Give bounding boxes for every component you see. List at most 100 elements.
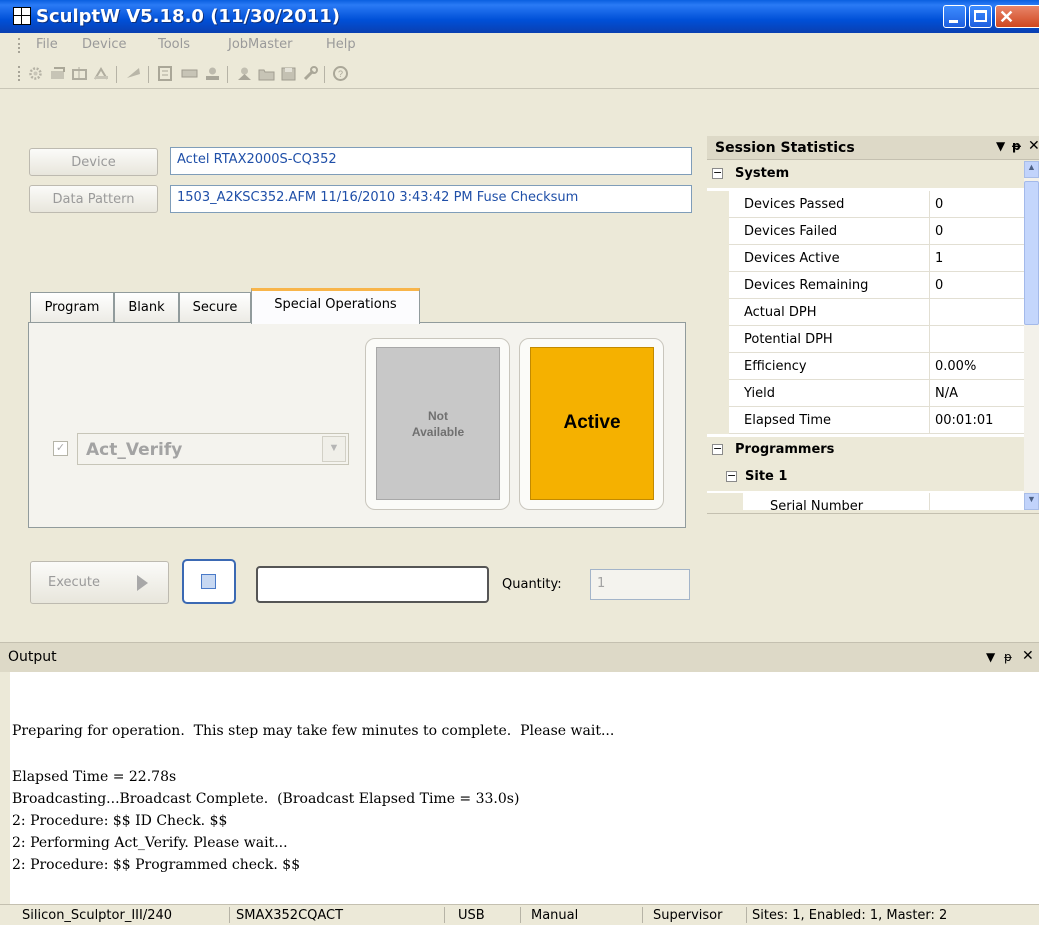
device-icon[interactable] [125,66,142,81]
maximize-icon [974,10,987,22]
stat-row[interactable]: Potential DPH [707,326,1025,353]
open-job-icon[interactable] [258,66,275,81]
output-line: Preparing for operation. This step may t… [12,723,615,739]
job-tools-icon[interactable] [302,66,319,81]
menu-grip [18,38,23,53]
output-line: 2: Procedure: $$ ID Check. $$ [12,813,228,829]
session-statistics-title: Session Statistics [715,140,855,156]
tab-blank[interactable]: Blank [114,292,179,322]
scrollbar-thumb[interactable] [1024,181,1039,325]
menu-tools[interactable]: Tools [158,37,190,52]
scroll-up-icon[interactable]: ▲ [1024,161,1039,178]
toolbar-separator [227,66,228,83]
scroll-down-icon[interactable]: ▼ [1024,493,1039,510]
site-status-active: Active [530,347,654,500]
tab-secure[interactable]: Secure [179,292,251,322]
stat-row[interactable]: Elapsed Time 00:01:01 [707,407,1025,434]
output-log[interactable]: Preparing for operation. This step may t… [10,672,1039,904]
stat-row[interactable]: Devices Active 1 [707,245,1025,272]
stat-row[interactable]: Actual DPH [707,299,1025,326]
stop-button[interactable] [182,559,236,604]
stat-row[interactable]: Efficiency 0.00% [707,353,1025,380]
toolbar-separator [148,66,149,83]
app-icon [13,7,31,25]
output-header: Output ▼ ᵽ ✕ [0,642,1039,672]
menu-file[interactable]: File [36,37,58,52]
title-bar[interactable]: SculptW V5.18.0 (11/30/2011) ✕ [0,0,1039,33]
user-icon[interactable] [204,66,221,81]
output-title: Output [8,649,57,665]
stat-row[interactable]: Devices Remaining 0 [707,272,1025,299]
chip-verify-icon[interactable] [93,66,110,81]
operation-select[interactable]: Act_Verify [77,433,349,465]
session-statistics-grid[interactable]: − System Devices Passed 0 Devices Failed 0… [707,161,1025,510]
menu-help[interactable]: Help [326,37,356,52]
stat-row[interactable]: Serial Number [707,493,1025,510]
status-bar: Silicon_Sculptor_III/240 SMAX352CQACT US… [0,904,1039,925]
stats-scrollbar[interactable]: ▲ ▼ [1024,161,1039,510]
chip-blank-icon[interactable] [71,66,88,81]
chip-program-icon[interactable] [50,66,67,81]
window-title: SculptW V5.18.0 (11/30/2011) [36,6,340,27]
operation-checkbox[interactable]: ✓ [53,441,68,456]
dropdown-icon[interactable]: ▼ [996,139,1005,153]
toolbar: ? [0,58,1039,89]
category-label: System [735,166,790,181]
status-user: Supervisor [653,908,723,923]
not-available-label: Not Available [411,409,465,439]
stat-row[interactable]: Devices Passed 0 [707,191,1025,218]
menu-device[interactable]: Device [82,37,126,52]
data-pattern-field[interactable]: 1503_A2KSC352.AFM 11/16/2010 3:43:42 PM … [170,185,692,213]
device-button[interactable]: Device [29,148,158,176]
collapse-icon[interactable]: − [712,167,723,179]
status-mode: Manual [531,908,579,923]
quantity-input[interactable]: 1 [590,569,690,600]
device-field[interactable]: Actel RTAX2000S-CQ352 [170,147,692,175]
toolbar-separator [324,66,325,83]
category-site-1[interactable]: − Site 1 [707,464,1025,491]
maximize-button[interactable] [969,5,992,28]
settings-icon[interactable] [27,66,44,81]
category-programmers[interactable]: − Programmers [707,437,1025,464]
tab-special-operations[interactable]: Special Operations [251,288,420,324]
collapse-icon[interactable]: − [712,443,723,455]
pin-icon[interactable]: ᵽ [1012,139,1021,153]
output-line: Elapsed Time = 22.78s [12,769,177,785]
buffer-icon[interactable] [181,66,198,81]
output-line: 2: Performing Act_Verify. Please wait... [12,835,288,851]
status-programmer: Silicon_Sculptor_III/240 [22,908,173,923]
execute-button[interactable]: Execute [30,561,169,604]
save-job-icon[interactable] [280,66,297,81]
status-adapter: SMAX352CQACT [236,908,344,923]
output-line: Broadcasting...Broadcast Complete. (Broa… [12,791,520,807]
close-button[interactable]: ✕ [995,5,1039,28]
category-system[interactable]: − System [707,161,1025,188]
data-pattern-icon[interactable] [157,66,174,81]
close-pane-icon[interactable]: ✕ [1028,138,1039,154]
help-icon[interactable]: ? [332,66,349,81]
pin-icon[interactable]: ᵽ [1004,650,1012,664]
dropdown-icon[interactable]: ▼ [986,650,995,664]
stat-row[interactable]: Devices Failed 0 [707,218,1025,245]
execute-label: Execute [48,575,100,590]
session-statistics-header: Session Statistics ▼ ᵽ ✕ [707,136,1039,160]
close-pane-icon[interactable]: ✕ [1022,648,1034,664]
category-label: Programmers [735,442,835,457]
svg-text:?: ? [338,69,343,79]
site-status-not-available: Not Available [376,347,500,500]
tab-program[interactable]: Program [30,292,114,322]
category-label: Site 1 [745,469,788,484]
toolbar-separator [116,66,117,83]
stats-description-area [707,513,1039,632]
minimize-button[interactable] [943,5,966,28]
close-icon: ✕ [999,7,1015,27]
menu-jobmaster[interactable]: JobMaster [228,37,292,52]
progress-bar [256,566,489,603]
stat-row[interactable]: Yield N/A [707,380,1025,407]
quantity-label: Quantity: [502,577,562,592]
operator-icon[interactable] [236,66,253,81]
collapse-icon[interactable]: − [726,470,737,482]
data-pattern-button[interactable]: Data Pattern [29,185,158,213]
chevron-down-icon[interactable]: ▼ [322,436,346,462]
minimize-icon [949,20,958,23]
